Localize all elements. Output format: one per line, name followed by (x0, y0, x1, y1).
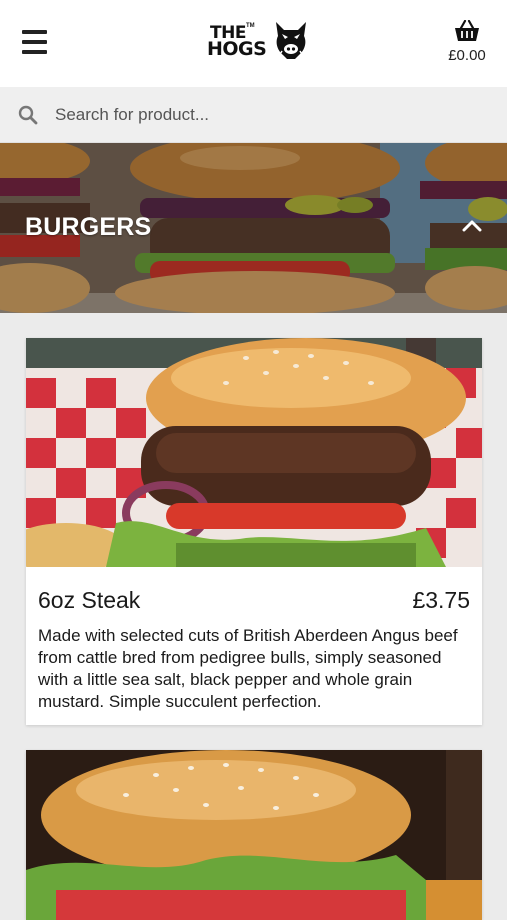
product-image (26, 338, 482, 567)
search-bar (0, 87, 507, 143)
logo-trademark: TM (246, 23, 255, 29)
hamburger-menu-icon (22, 30, 47, 34)
brand-logo[interactable]: THE TM HOGS (207, 20, 309, 64)
product-description: Made with selected cuts of British Aberd… (38, 626, 458, 711)
menu-button[interactable] (22, 30, 48, 56)
product-price: £3.75 (412, 587, 470, 613)
cart-total: £0.00 (448, 47, 486, 64)
search-input[interactable] (55, 97, 485, 133)
category-banner[interactable]: BURGERS (0, 143, 507, 313)
product-name: 6oz Steak (38, 587, 141, 613)
logo-text-bottom: HOGS (207, 38, 267, 60)
product-card[interactable]: 6oz Steak £3.75 Made with selected cuts … (26, 338, 482, 725)
hog-head-icon (276, 22, 306, 59)
cart-button[interactable]: £0.00 (443, 20, 491, 64)
product-card[interactable] (26, 750, 482, 920)
app-header: THE TM HOGS £0.00 (0, 0, 507, 87)
chevron-up-icon[interactable] (462, 219, 482, 233)
basket-icon (455, 20, 479, 41)
category-title: BURGERS (25, 213, 152, 241)
product-image (26, 750, 482, 920)
search-icon (18, 105, 38, 125)
